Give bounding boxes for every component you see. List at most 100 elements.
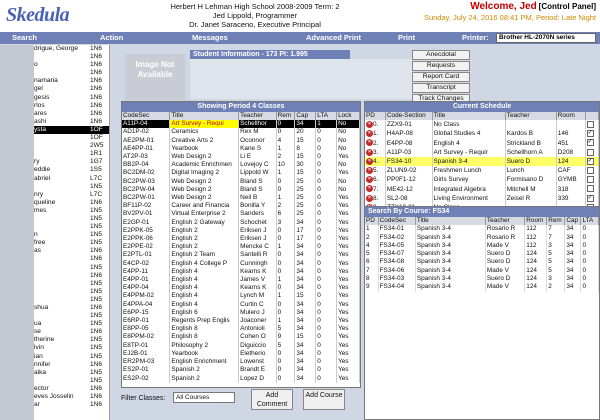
period-class-row[interactable]: AE2PM-01 Creative Arts 2 Oconnor 4 15 0 No xyxy=(122,136,360,145)
schedule-checkbox[interactable] xyxy=(586,148,594,156)
search-result-row[interactable]: 2 FS34-02 Spanish 3-4 Rosario R 112 7 34 0 xyxy=(365,233,599,242)
period-class-row[interactable]: E2PPK-05 English 2 Eriksen J 0 17 0 Yes xyxy=(122,226,360,236)
period-class-row[interactable]: E6RP-01 Regents Prep Englis Joaconer 1 34 0 Ye… xyxy=(122,317,360,326)
period-class-row[interactable]: AT2P-03 Web Design 2 Li E 2 15 0 Yes xyxy=(122,153,360,162)
period-class-row[interactable]: E2PTL-01 English 2 Team Santelli R 0 34 0 Yes xyxy=(122,251,360,260)
period-class-row[interactable]: BC2PW-04 Web Design 2 Bland S 0 25 0 No xyxy=(122,185,360,195)
schedule-checkbox[interactable] xyxy=(586,185,594,193)
nav-search[interactable]: Search xyxy=(12,33,37,42)
nav-action[interactable]: Action xyxy=(100,33,123,42)
search-result-row[interactable]: 5 FS34-07 Spanish 3-4 Suero D 124 5 34 0 xyxy=(365,250,599,259)
period-class-row[interactable]: ER2PM-03 English Enrichment Lowenst 0 34 0 Yes xyxy=(122,358,360,367)
schedule-row[interactable]: × 2. E4PP-08 English 4 Strickland B 451 ✓ xyxy=(365,138,599,148)
schedule-row[interactable]: × 4. FS34-10 Spanish 3-4 Suero D 124 ✓ xyxy=(365,157,599,167)
period-class-row[interactable]: BC2DM-02 Digital Imaging 2 Lippold W 1 15 0 Ye… xyxy=(122,169,360,178)
period-class-row[interactable]: BC2PW-03 Web Design 2 Bland S 0 25 0 No xyxy=(122,177,360,186)
period-class-row[interactable]: EJ2B-01 Yearbook Eletherio 0 34 0 Yes xyxy=(122,349,360,359)
schedule-row[interactable]: × 8. SL2-08 Living Environment Zeisel R 339 ✓ xyxy=(365,193,599,204)
period-class-row[interactable]: E4PPM-02 English 4 Lynch M 1 15 0 Yes xyxy=(122,292,360,301)
filter-classes-select[interactable]: All Courses xyxy=(173,392,235,403)
period-cell: Yes xyxy=(336,308,360,318)
remove-icon[interactable]: × xyxy=(366,130,373,138)
search-cell: FS34-01 xyxy=(378,225,416,234)
period-col-header[interactable]: LTA xyxy=(315,112,338,121)
search-result-row[interactable]: 1 FS34-01 Spanish 3-4 Rosario R 112 7 34 0 xyxy=(365,225,599,234)
period-class-row[interactable]: E2PPE-02 English 2 Mencke C 1 34 0 Yes xyxy=(122,243,360,252)
period-cell: Career and Financia xyxy=(169,202,240,211)
period-cell: English 4 xyxy=(169,276,240,285)
period-class-row[interactable]: BB2P-04 Academic Enrichmen Lovejoy C 10 30 0 N… xyxy=(122,161,360,170)
student-name: as xyxy=(34,247,41,255)
period-col-header[interactable]: Cap xyxy=(294,112,317,121)
period-class-row[interactable]: E4PP-01 English 4 James V 1 34 0 Yes xyxy=(122,276,360,285)
add-comment-button[interactable]: Add Comment xyxy=(251,389,293,410)
schedule-checkbox[interactable]: ✓ xyxy=(586,139,594,147)
report-card-button[interactable]: Report Card xyxy=(412,72,470,82)
period-class-row[interactable]: E8PP-05 English 8 Antonioli 5 34 0 Yes xyxy=(122,325,360,334)
period-class-row[interactable]: E4CP-02 English 4 College P Cunningh 0 34 0 Ye… xyxy=(122,259,360,268)
requests-button[interactable]: Requests xyxy=(412,61,470,71)
add-course-button[interactable]: Add Course xyxy=(303,389,345,410)
period-class-row[interactable]: AE4PP-01 Yearbook Kane S 1 8 0 No xyxy=(122,144,360,154)
search-result-row[interactable]: 9 FS34-04 Spanish 3-4 Made V 124 2 34 0 xyxy=(365,283,599,292)
period-class-row[interactable]: E8TP-01 Philosophy 2 Diguiccio 5 34 0 Yes xyxy=(122,341,360,350)
remove-icon[interactable]: × xyxy=(366,194,373,202)
remove-icon[interactable]: × xyxy=(366,139,373,147)
remove-icon[interactable]: × xyxy=(366,185,373,193)
printer-select[interactable]: Brother HL-2070N series xyxy=(496,33,596,43)
period-col-header[interactable]: Lock xyxy=(336,112,360,121)
period-cell: 2 xyxy=(276,202,296,211)
search-result-row[interactable]: 7 FS34-06 Spanish 3-4 Made V 124 5 34 0 xyxy=(365,266,599,275)
schedule-row[interactable]: × 0. ZZX9-01 No Class xyxy=(365,120,599,130)
schedule-checkbox[interactable] xyxy=(586,121,594,129)
schedule-checkbox[interactable]: ✓ xyxy=(586,157,594,165)
schedule-row[interactable]: × 7. ME42-12 Integrated Algebra Mitchell M 31… xyxy=(365,184,599,194)
period-class-row[interactable]: BC2PW-01 Web Design 2 Neil B 1 25 0 Yes xyxy=(122,194,360,203)
schedule-checkbox[interactable]: ✓ xyxy=(586,130,594,138)
period-class-row[interactable]: AD1P-02 Ceramics Rex M 0 20 0 No xyxy=(122,128,360,137)
period-class-row[interactable]: E4PPA-04 English 4 Curtin C 0 34 0 Yes xyxy=(122,300,360,309)
period-cell: 0 xyxy=(315,202,338,211)
period-col-header[interactable]: Teacher xyxy=(238,112,277,121)
nav-print[interactable]: Print xyxy=(398,33,415,42)
nav-messages[interactable]: Messages xyxy=(192,33,228,42)
remove-icon[interactable]: × xyxy=(366,148,373,156)
schedule-checkbox[interactable] xyxy=(586,167,594,175)
control-panel-link[interactable]: [Control Panel] xyxy=(539,2,596,11)
search-result-row[interactable]: 4 FS34-05 Spanish 3-4 Made V 112 3 34 0 xyxy=(365,241,599,251)
schedule-checkbox[interactable]: ✓ xyxy=(586,194,594,202)
schedule-row[interactable]: × 5. ZLUN9-02 Freshmen Lunch Lunch CAF xyxy=(365,166,599,176)
student-name: ector xyxy=(34,384,49,392)
period-class-row[interactable]: E8PPM-02 English 8 Cohen O 9 15 0 Yes xyxy=(122,333,360,342)
period-class-row[interactable]: E4PP-11 English 4 Kearns K 0 34 0 Yes xyxy=(122,267,360,277)
nav-advanced-print[interactable]: Advanced Print xyxy=(306,33,361,42)
transcript-button[interactable]: Transcript xyxy=(412,83,470,93)
period-cell: No xyxy=(336,144,360,154)
anecdotal-button[interactable]: Anecdotal xyxy=(412,50,470,60)
remove-icon[interactable]: × xyxy=(366,167,373,175)
period-class-row[interactable]: BF11P-02 Career and Financia Bonilla Y 2 25 0… xyxy=(122,202,360,211)
student-official-class: 1R1 xyxy=(90,150,103,158)
period-class-row[interactable]: E6PP-15 English 6 Mulero J 0 34 0 Yes xyxy=(122,308,360,318)
remove-icon[interactable]: × xyxy=(366,157,373,165)
student-list[interactable]: drigue, George 1N6 1N6 o 1N6 1N6 namaria 1N6 gel… xyxy=(0,45,110,420)
period-class-row[interactable]: E4PP-04 English 4 Kearns K 0 34 0 Yes xyxy=(122,284,360,293)
search-result-row[interactable]: 8 FS34-03 Spanish 3-4 Suero D 124 3 34 0 xyxy=(365,274,599,284)
period-class-row[interactable]: BV2PV-01 Virtual Enterprise 2 Sanders 6 25 0 Y… xyxy=(122,210,360,219)
remove-icon[interactable]: × xyxy=(366,121,373,129)
period-class-row[interactable]: A11P-04 Art Survey - Requi Schellhor 0 34 1 No xyxy=(122,120,360,129)
remove-icon[interactable]: × xyxy=(366,176,373,184)
schedule-row[interactable]: × 3. A11P-03 Art Survey - Requir Schellhorn … xyxy=(365,147,599,158)
schedule-row[interactable]: × 6. PP0F1-12 Girls Survey Formisano D GYMB xyxy=(365,175,599,185)
period-cell: Philosophy 2 xyxy=(169,341,240,350)
period-col-header[interactable]: Title xyxy=(169,112,240,121)
schedule-row[interactable]: × 1. H4AP-08 Global Studies 4 Kardos B 146 ✓ xyxy=(365,129,599,139)
period-col-header[interactable]: CodeSec xyxy=(122,112,171,121)
period-class-row[interactable]: ES2P-02 Spanish 2 Lopez D 0 34 0 Yes xyxy=(122,374,360,383)
period-class-row[interactable]: E2GP-01 English 2 Gateway Schochet 3 34 0 Yes xyxy=(122,218,360,227)
search-result-row[interactable]: 6 FS34-08 Spanish 3-4 Suero D 124 5 34 0 xyxy=(365,258,599,267)
period-class-row[interactable]: E2PPK-06 English 2 Eriksen J 0 17 0 Yes xyxy=(122,235,360,244)
period-col-header[interactable]: Rem xyxy=(276,112,296,121)
schedule-checkbox[interactable] xyxy=(586,176,594,184)
period-class-row[interactable]: ES2P-01 Spanish 2 Brandt E 0 34 0 Yes xyxy=(122,366,360,375)
